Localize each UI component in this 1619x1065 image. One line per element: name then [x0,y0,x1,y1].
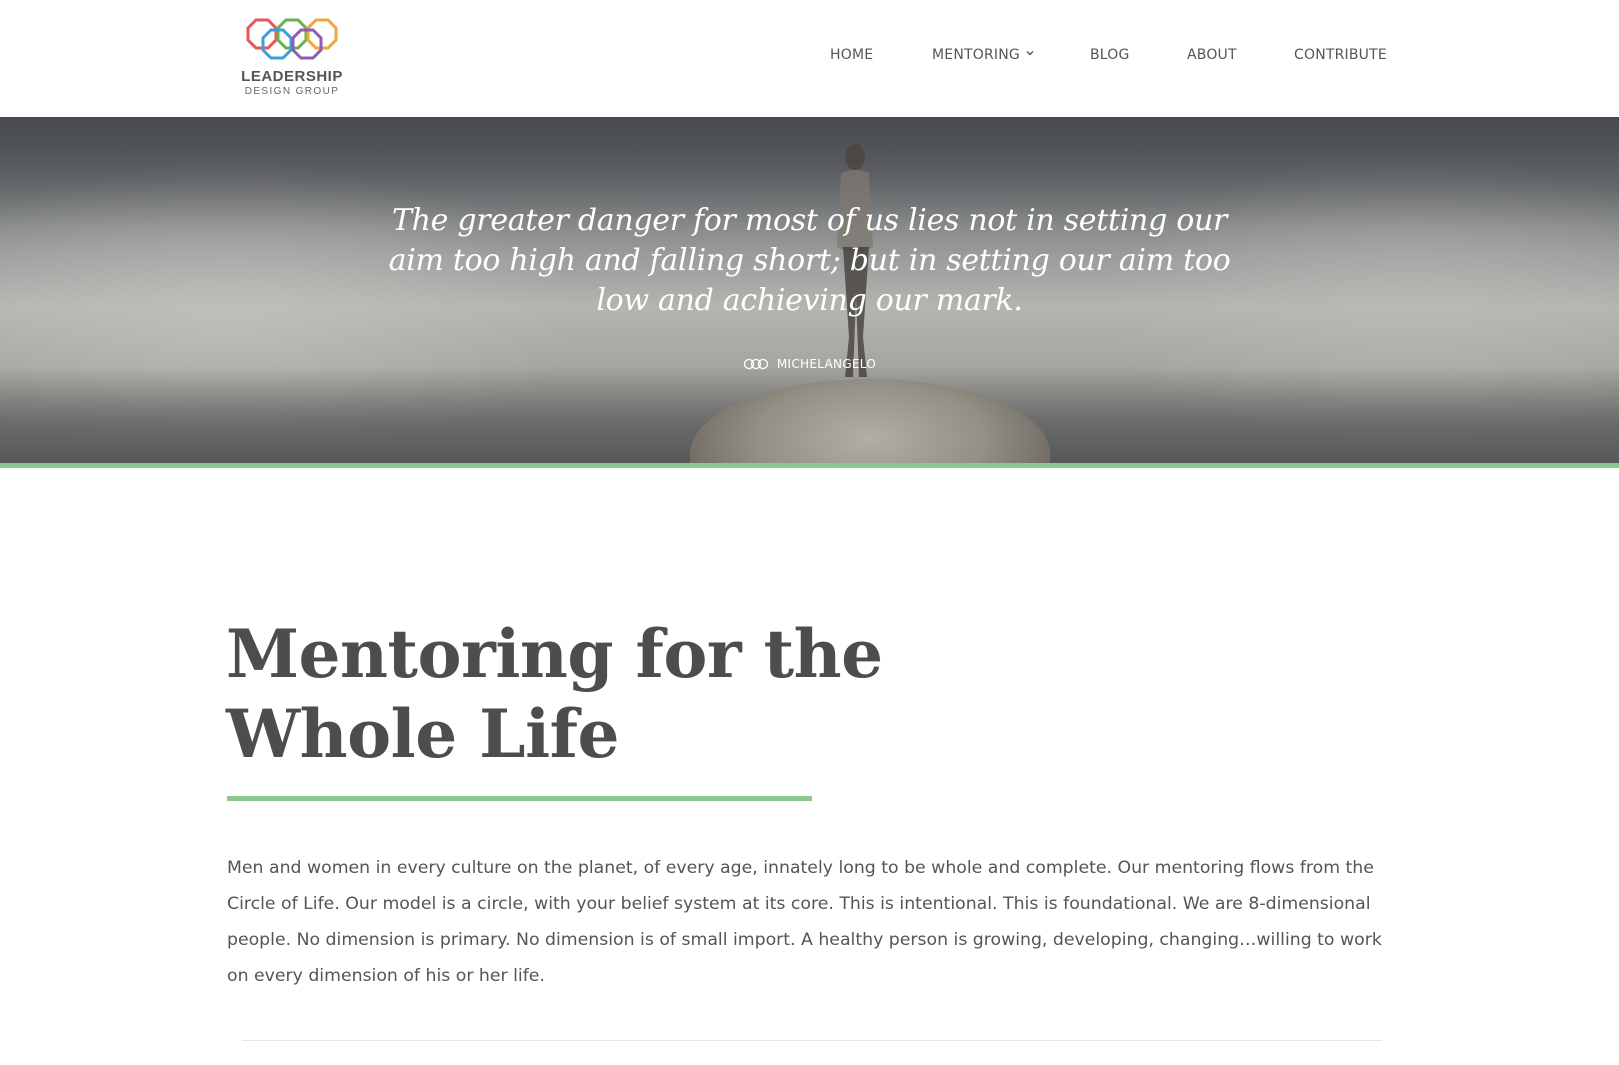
nav-item-home[interactable]: HOME [830,47,873,63]
nav-item-mentoring-label: MENTORING [932,47,1020,63]
nav-item-about[interactable]: ABOUT [1187,47,1237,63]
logo-wordmark: LEADERSHIP [241,68,343,85]
intro-paragraph: Men and women in every culture on the pl… [227,858,1382,986]
quote-attribution: MICHELANGELO [0,353,1619,373]
hero-quote: The greater danger for most of us lies n… [388,203,1231,318]
hero-accent-bar [0,463,1619,468]
nav-item-mentoring[interactable]: MENTORING [932,47,1034,63]
nav-item-blog[interactable]: BLOG [1090,47,1130,63]
quote-author: MICHELANGELO [776,356,877,371]
nav-item-contribute[interactable]: CONTRIBUTE [1294,47,1387,63]
logo-subtitle: DESIGN GROUP [244,86,340,97]
chevron-down-icon [1026,51,1034,56]
site-header: LEADERSHIP DESIGN GROUP HOME MENTORING B… [0,0,1619,117]
hero-banner: The greater danger for most of us lies n… [0,117,1619,463]
section-divider [242,1040,1382,1041]
main-nav: HOME MENTORING BLOG ABOUT CONTRIBUTE [0,47,1619,69]
page-title: Mentoring for the Whole Life [226,615,883,773]
title-underline [227,796,812,801]
rings-icon [743,358,769,369]
